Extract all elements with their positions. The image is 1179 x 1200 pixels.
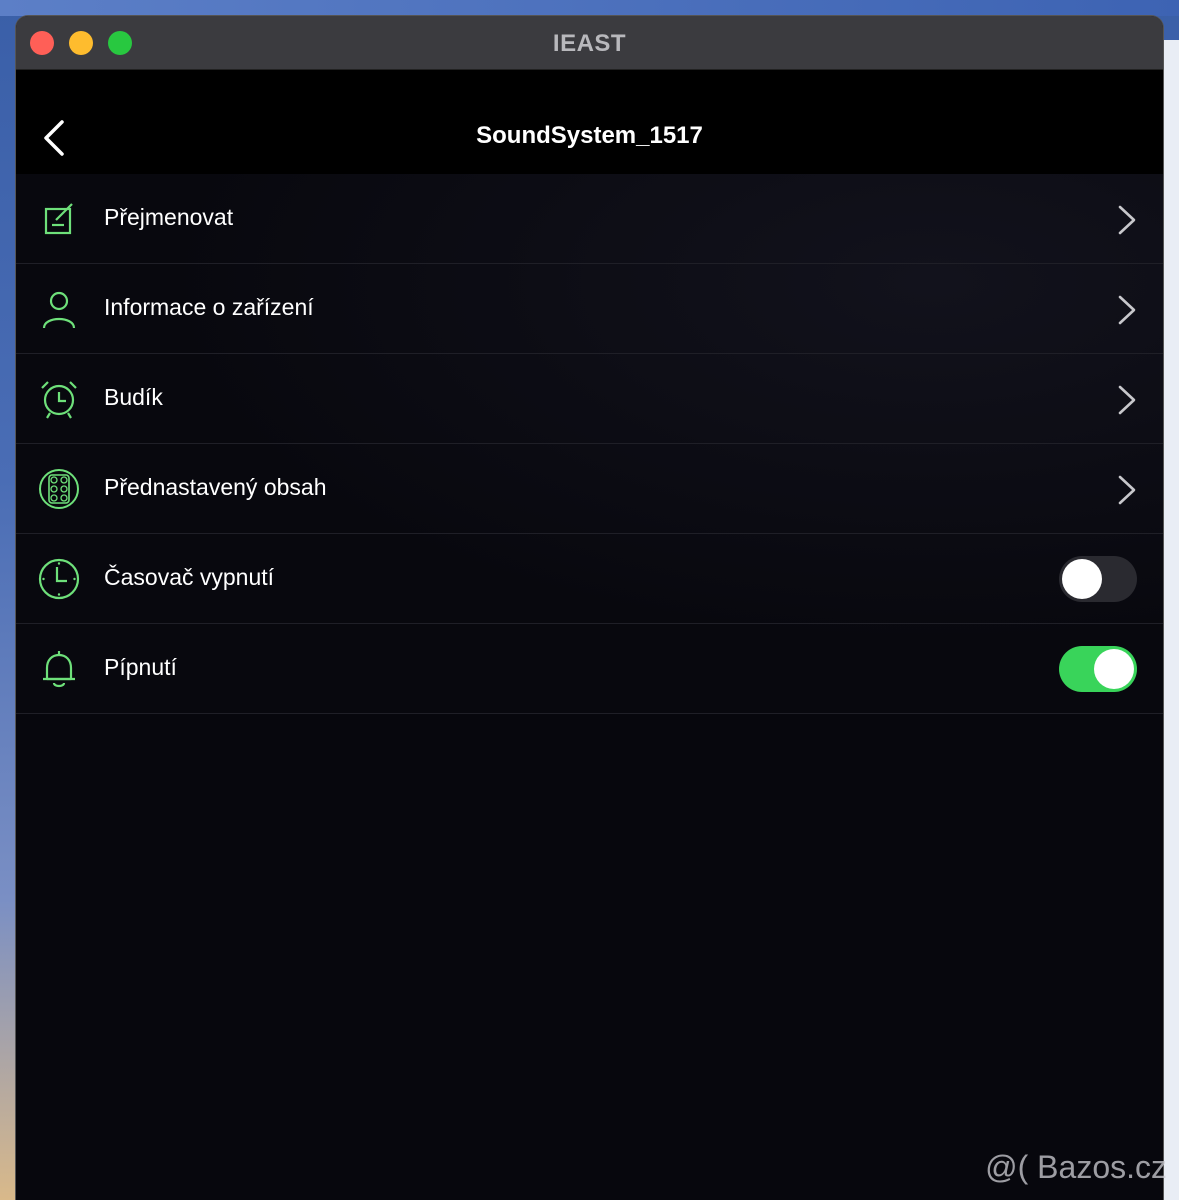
toggle-knob (1062, 559, 1102, 599)
menu-item-preset-content[interactable]: Přednastavený obsah (16, 444, 1163, 534)
person-icon (42, 291, 76, 329)
window-titlebar: IEAST (16, 16, 1163, 70)
toggle-row-sleep-timer: Časovač vypnutí (16, 534, 1163, 624)
chevron-right-icon (1118, 295, 1136, 325)
beep-toggle[interactable] (1059, 646, 1137, 692)
clock-icon (38, 558, 80, 600)
watermark: @( Bazos.cz (985, 1149, 1167, 1185)
navigation-bar: SoundSystem_1517 (16, 70, 1163, 174)
chevron-right-icon (1118, 385, 1136, 415)
chevron-right-icon (1118, 475, 1136, 505)
menu-item-label: Přejmenovat (104, 204, 234, 230)
menu-item-device-info[interactable]: Informace o zařízení (16, 264, 1163, 354)
menu-item-alarm[interactable]: Budík (16, 354, 1163, 444)
sleep-timer-toggle[interactable] (1059, 556, 1137, 602)
chevron-right-icon (1118, 205, 1136, 235)
bell-icon (43, 651, 75, 688)
desktop-background-right (1161, 40, 1179, 1200)
toggle-label: Časovač vypnutí (104, 564, 275, 590)
rename-icon (44, 203, 73, 235)
alarm-clock-icon (41, 381, 77, 419)
menu-item-label: Budík (104, 384, 163, 410)
window-title: IEAST (552, 30, 627, 57)
preset-grid-icon (39, 469, 79, 509)
menu-item-label: Informace o zařízení (104, 294, 314, 320)
toggle-row-beep: Pípnutí (16, 624, 1163, 714)
toggle-label: Pípnutí (104, 654, 177, 680)
settings-list: Přejmenovat Informace o zařízení Budík P… (16, 174, 1163, 714)
menu-item-label: Přednastavený obsah (104, 474, 327, 500)
app-window: IEAST SoundSystem_1517 Přejmenovat Infor… (16, 16, 1163, 1200)
menu-item-rename[interactable]: Přejmenovat (16, 174, 1163, 264)
page-title: SoundSystem_1517 (476, 122, 703, 149)
toggle-knob (1094, 649, 1134, 689)
desktop-top-strip (0, 0, 1179, 16)
